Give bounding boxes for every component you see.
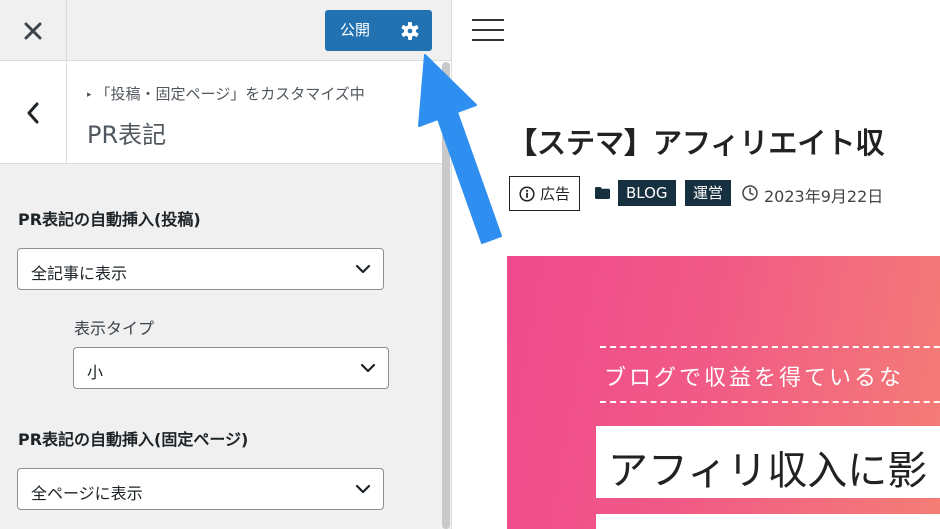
chevron-down-icon: [360, 363, 376, 373]
close-customizer-button[interactable]: [0, 0, 67, 61]
category-tag-blog[interactable]: BLOG: [618, 180, 676, 206]
clock-icon: [742, 185, 758, 201]
eyecatch-tagline: ブログで収益を得ているな: [604, 366, 905, 391]
hamburger-icon[interactable]: [472, 18, 504, 42]
breadcrumb-arrow-icon: ▸: [87, 90, 92, 100]
post-title: 【ステマ】アフィリエイト収: [508, 126, 885, 160]
breadcrumb-text: 「投稿・固定ページ」をカスタマイズ中: [95, 85, 365, 103]
eyecatch-headline-box: アフィリ収入に影: [596, 426, 940, 498]
eyecatch-image: ブログで収益を得ているな アフィリ収入に影: [507, 256, 940, 529]
pr-badge: 広告: [509, 176, 581, 211]
select-value: 全記事に表示: [31, 264, 128, 283]
pr-auto-insert-post-label: PR表記の自動挿入(投稿): [18, 210, 201, 229]
chevron-left-icon: [27, 102, 39, 123]
back-button[interactable]: [0, 61, 67, 164]
breadcrumb: ▸ 「投稿・固定ページ」をカスタマイズ中: [87, 83, 365, 104]
pr-auto-insert-page-label: PR表記の自動挿入(固定ページ): [18, 430, 249, 449]
folder-icon: [595, 187, 610, 199]
display-type-label: 表示タイプ: [74, 319, 155, 338]
eyecatch-headline: アフィリ収入に影: [608, 448, 928, 494]
pr-auto-insert-page-select[interactable]: 全ページに表示: [17, 468, 384, 510]
customizer-panel: 公開 ▸ 「投稿・固定ページ」をカスタマイズ中 PR表記 PR表記の自動挿入(投…: [0, 0, 452, 529]
customizer-header: 公開: [0, 0, 451, 61]
select-value: 全ページに表示: [31, 484, 143, 503]
info-icon: [519, 185, 535, 202]
scrollbar-thumb[interactable]: [442, 62, 450, 529]
site-preview: 【ステマ】アフィリエイト収 広告 BLOG 運営 2023年9月22日 ブログで…: [453, 0, 940, 529]
dashed-divider: [600, 401, 940, 403]
chevron-down-icon: [355, 484, 371, 494]
close-icon: [24, 22, 42, 39]
dashed-divider: [600, 346, 940, 348]
post-date: 2023年9月22日: [764, 187, 884, 206]
section-title: PR表記: [87, 121, 167, 149]
publish-button-label: 公開: [340, 21, 371, 39]
display-type-select[interactable]: 小: [73, 347, 389, 389]
section-header: ▸ 「投稿・固定ページ」をカスタマイズ中 PR表記: [0, 61, 451, 164]
pr-badge-label: 広告: [540, 185, 571, 203]
eyecatch-subline-box: [596, 514, 940, 529]
select-value: 小: [87, 363, 104, 382]
publish-button[interactable]: 公開: [325, 10, 432, 51]
category-tag-unei[interactable]: 運営: [685, 180, 732, 206]
chevron-down-icon: [355, 264, 371, 274]
pr-auto-insert-post-select[interactable]: 全記事に表示: [17, 248, 384, 290]
gear-icon[interactable]: [400, 21, 420, 41]
